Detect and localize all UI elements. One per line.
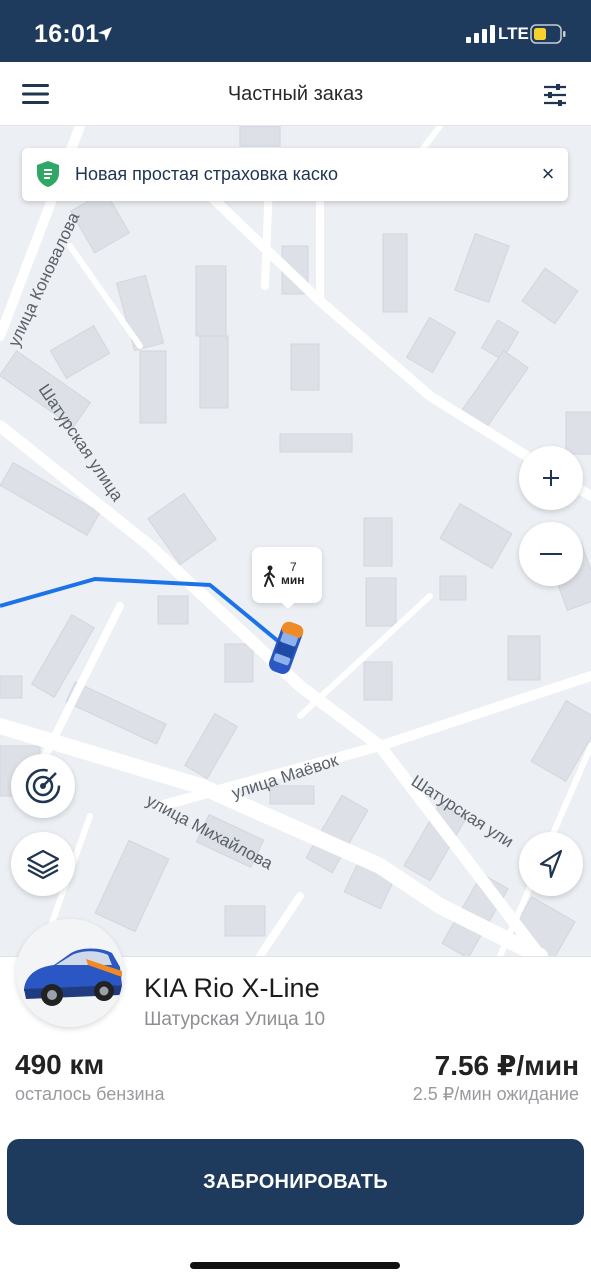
zoom-in-button[interactable] <box>519 446 583 510</box>
car-image-icon <box>16 919 124 1027</box>
status-time: 16:01 <box>34 20 100 48</box>
fuel-range-value: 490 км <box>15 1049 105 1080</box>
fuel-range-label: осталось бензина <box>15 1084 165 1104</box>
filter-settings-icon[interactable] <box>542 82 568 108</box>
waiting-price: 2.5 ₽/мин ожидание <box>412 1084 579 1104</box>
close-icon[interactable]: × <box>538 163 558 185</box>
network-type: LTE <box>498 24 529 43</box>
radar-icon <box>25 768 61 804</box>
walk-time-bubble: 7 мин <box>252 547 322 609</box>
layers-icon <box>26 849 60 880</box>
zoom-out-button[interactable] <box>519 522 583 586</box>
price-per-minute: 7.56 ₽/мин <box>434 1050 579 1081</box>
battery-icon <box>530 24 566 44</box>
navigation-arrow-icon <box>539 849 563 879</box>
map-canvas: улица Коновалова Шатурская улица Шатурск… <box>0 126 591 956</box>
banner-text: Новая простая страховка каско <box>75 164 338 184</box>
car-address: Шатурская Улица 10 <box>144 1009 326 1030</box>
app-header: Частный заказ <box>0 62 591 126</box>
car-marker-icon[interactable] <box>266 618 306 678</box>
minus-icon <box>540 553 562 555</box>
insurance-banner[interactable]: Новая простая страховка каско × <box>22 148 568 201</box>
car-model-name: KIA Rio X-Line <box>144 973 320 1003</box>
page-title: Частный заказ <box>227 83 364 105</box>
my-location-button[interactable] <box>519 832 583 896</box>
walk-time-value: 7 <box>290 560 297 574</box>
shield-icon <box>37 161 59 187</box>
walk-time-unit: мин <box>281 573 305 587</box>
layers-button[interactable] <box>11 832 75 896</box>
plus-icon <box>543 470 559 486</box>
walking-person-icon <box>264 565 275 587</box>
book-button[interactable]: ЗАБРОНИРОВАТЬ <box>7 1139 584 1225</box>
signal-icon <box>466 25 495 43</box>
radar-button[interactable] <box>11 754 75 818</box>
car-photo <box>16 919 124 1027</box>
status-bar: 16:01 LTE <box>0 0 591 62</box>
home-indicator[interactable] <box>190 1262 400 1269</box>
map-view[interactable]: улица Коновалова Шатурская улица Шатурск… <box>0 126 591 956</box>
car-info-card: KIA Rio X-Line Шатурская Улица 10 490 км… <box>0 919 591 1280</box>
location-arrow-icon <box>98 27 112 41</box>
